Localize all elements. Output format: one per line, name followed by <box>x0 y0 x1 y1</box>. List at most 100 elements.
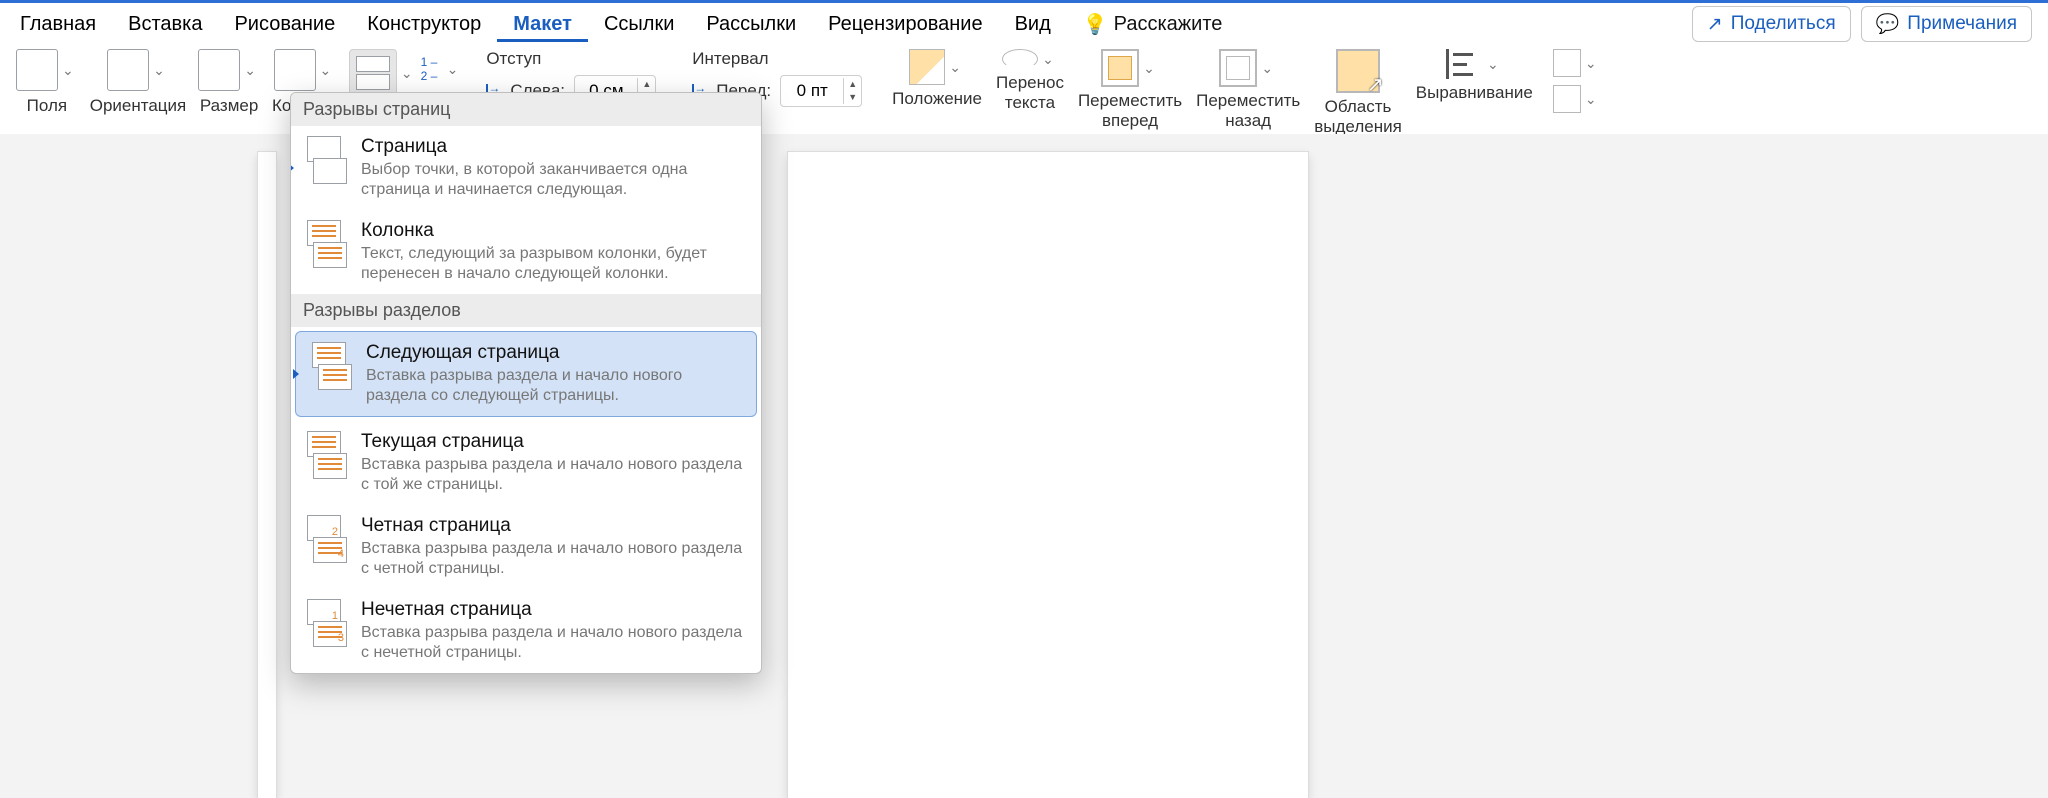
chevron-down-icon: ⌄ <box>1257 60 1277 77</box>
bulb-icon: 💡 <box>1083 12 1108 37</box>
margins-label: Поля <box>27 97 67 116</box>
item-desc: Вставка разрыва раздела и начало нового … <box>361 539 749 579</box>
item-title: Четная страница <box>361 515 749 537</box>
tab-review[interactable]: Рецензирование <box>812 7 998 42</box>
chevron-down-icon: ⌄ <box>58 62 78 79</box>
breaks-button[interactable]: ⌄ <box>349 49 417 97</box>
tell-me[interactable]: 💡 Расскажите <box>1083 12 1223 37</box>
item-title: Текущая страница <box>361 431 749 453</box>
odd-page-icon: 13 <box>303 599 347 647</box>
align-label: Выравнивание <box>1416 83 1533 103</box>
chevron-down-icon: ⌄ <box>945 59 965 76</box>
tab-mailings[interactable]: Рассылки <box>690 7 812 42</box>
breaks-dropdown: Разрывы страниц Страница Выбор точки, в … <box>290 92 762 674</box>
group-button[interactable]: ⌄ <box>1553 49 1601 77</box>
break-next-page-item[interactable]: Следующая страница Вставка разрыва разде… <box>295 331 757 417</box>
orientation-icon <box>107 49 149 91</box>
share-button[interactable]: ↗ Поделиться <box>1692 6 1851 42</box>
page-edge <box>258 152 276 798</box>
right-actions: ↗ Поделиться 💬 Примечания <box>1692 6 2044 42</box>
even-page-icon: 24 <box>303 515 347 563</box>
chevron-down-icon: ⌄ <box>1483 56 1503 73</box>
page-break-icon <box>303 136 347 184</box>
orientation-label: Ориентация <box>90 97 187 116</box>
chevron-down-icon: ⌄ <box>316 62 336 79</box>
margins-button[interactable]: ⌄ Поля <box>16 49 78 116</box>
next-page-icon <box>308 342 352 390</box>
arrange-group: ⌄ Положение ⌄ Перенос текста ⌄ Перемести… <box>892 49 1600 136</box>
rotate-icon <box>1553 85 1581 113</box>
share-label: Поделиться <box>1731 13 1836 35</box>
line-numbers-icon: 1 –2 – <box>421 49 443 89</box>
continuous-icon <box>303 431 347 479</box>
bring-forward-button[interactable]: ⌄ Переместить вперед <box>1078 49 1182 130</box>
break-even-page-item[interactable]: 24 Четная страница Вставка разрыва разде… <box>291 505 761 589</box>
comments-label: Примечания <box>1907 13 2017 35</box>
position-icon <box>909 49 945 85</box>
column-break-icon <box>303 220 347 268</box>
align-icon <box>1446 49 1483 79</box>
spinner-buttons[interactable]: ▲▼ <box>843 78 861 104</box>
tab-references[interactable]: Ссылки <box>588 7 690 42</box>
wrap-icon <box>1002 49 1038 69</box>
line-numbers-button[interactable]: 1 –2 –⌄ <box>421 49 463 89</box>
group-icon <box>1553 49 1581 77</box>
tell-me-label: Расскажите <box>1114 13 1223 36</box>
size-button[interactable]: ⌄ Размер <box>198 49 260 116</box>
forward-label: Переместить вперед <box>1078 91 1182 130</box>
selection-pane-icon <box>1336 49 1380 93</box>
chevron-down-icon: ⌄ <box>149 62 169 79</box>
item-title: Следующая страница <box>366 342 744 364</box>
breaks-icon <box>349 49 397 97</box>
selection-label: Область выделения <box>1314 97 1402 136</box>
orientation-button[interactable]: ⌄ Ориентация <box>90 49 187 116</box>
break-page-item[interactable]: Страница Выбор точки, в которой заканчив… <box>291 126 761 210</box>
margins-icon <box>16 49 58 91</box>
spacing-before-spinner[interactable]: ▲▼ <box>780 75 862 107</box>
item-desc: Вставка разрыва раздела и начало нового … <box>366 366 744 406</box>
selection-pane-button[interactable]: Область выделения <box>1314 49 1402 136</box>
submenu-indicator-icon <box>290 163 294 173</box>
chevron-down-icon: ⌄ <box>397 65 417 82</box>
tab-draw[interactable]: Рисование <box>218 7 351 42</box>
chevron-down-icon: ⌄ <box>240 62 260 79</box>
position-button[interactable]: ⌄ Положение <box>892 49 982 109</box>
comment-icon: 💬 <box>1876 12 1900 36</box>
ribbon-tabs: Главная Вставка Рисование Конструктор Ма… <box>0 3 2048 45</box>
page[interactable] <box>788 152 1308 798</box>
size-icon <box>198 49 240 91</box>
section-breaks-header: Разрывы разделов <box>291 294 761 327</box>
tab-view[interactable]: Вид <box>999 7 1067 42</box>
chevron-down-icon: ⌄ <box>1038 51 1058 68</box>
tab-home[interactable]: Главная <box>4 7 112 42</box>
wrap-label: Перенос текста <box>996 73 1064 112</box>
chevron-down-icon: ⌄ <box>1581 55 1601 72</box>
backward-icon <box>1219 49 1257 87</box>
spacing-before-input[interactable] <box>781 80 843 102</box>
tab-insert[interactable]: Вставка <box>112 7 218 42</box>
item-title: Страница <box>361 136 749 158</box>
item-desc: Текст, следующий за разрывом колонки, бу… <box>361 244 749 284</box>
break-continuous-item[interactable]: Текущая страница Вставка разрыва раздела… <box>291 421 761 505</box>
size-label: Размер <box>200 97 258 116</box>
chevron-down-icon: ⌄ <box>443 61 463 78</box>
indent-heading: Отступ <box>486 49 656 69</box>
app-window: Главная Вставка Рисование Конструктор Ма… <box>0 0 2048 798</box>
wrap-button[interactable]: ⌄ Перенос текста <box>996 49 1064 112</box>
chevron-down-icon: ⌄ <box>1581 91 1601 108</box>
position-label: Положение <box>892 89 982 109</box>
send-backward-button[interactable]: ⌄ Переместить назад <box>1196 49 1300 130</box>
tab-layout[interactable]: Макет <box>497 7 588 42</box>
chevron-down-icon: ⌄ <box>1139 60 1159 77</box>
item-desc: Вставка разрыва раздела и начало нового … <box>361 455 749 495</box>
tab-design[interactable]: Конструктор <box>351 7 497 42</box>
break-column-item[interactable]: Колонка Текст, следующий за разрывом кол… <box>291 210 761 294</box>
share-icon: ↗ <box>1707 13 1723 36</box>
break-odd-page-item[interactable]: 13 Нечетная страница Вставка разрыва раз… <box>291 589 761 673</box>
item-title: Колонка <box>361 220 749 242</box>
rotate-button[interactable]: ⌄ <box>1553 85 1601 113</box>
comments-button[interactable]: 💬 Примечания <box>1861 6 2032 42</box>
spacing-heading: Интервал <box>692 49 862 69</box>
backward-label: Переместить назад <box>1196 91 1300 130</box>
align-button[interactable]: ⌄ Выравнивание <box>1416 49 1533 103</box>
